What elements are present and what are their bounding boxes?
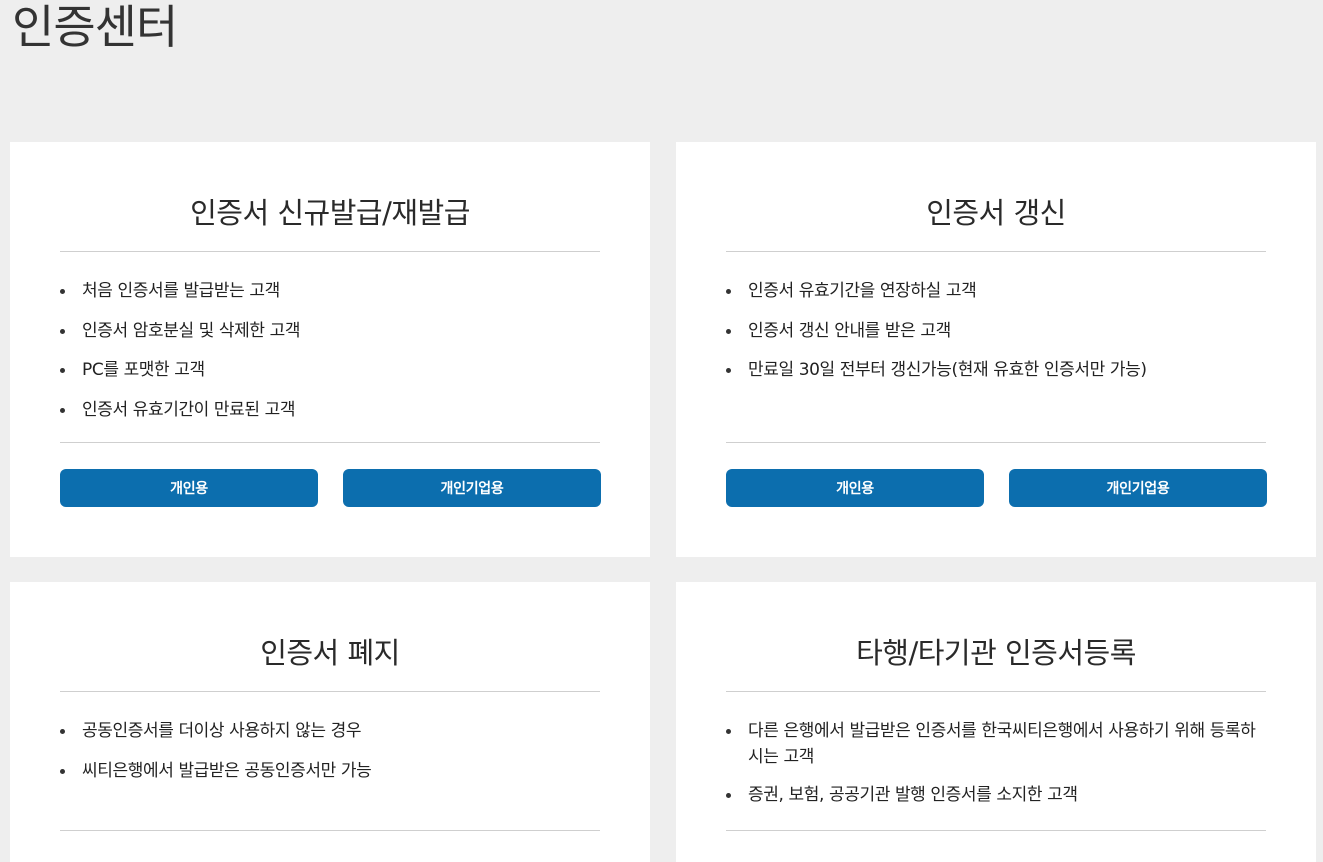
personal-business-button[interactable]: 개인기업용 [1009, 469, 1267, 507]
list-item: 다른 은행에서 발급받은 인증서를 한국씨티은행에서 사용하기 위해 등록하시는… [726, 718, 1266, 770]
card-title: 인증서 갱신 [926, 196, 1066, 230]
list-item: 처음 인증서를 발급받는 고객 [60, 278, 600, 304]
card-items: 인증서 유효기간을 연장하실 고객 인증서 갱신 안내를 받은 고객 만료일 3… [726, 278, 1266, 397]
list-item: 인증서 암호분실 및 삭제한 고객 [60, 318, 600, 344]
card-revoke: 인증서 폐지 공동인증서를 더이상 사용하지 않는 경우 씨티은행에서 발급받은… [10, 582, 650, 862]
list-item: 인증서 갱신 안내를 받은 고객 [726, 318, 1266, 344]
card-title: 인증서 신규발급/재발급 [190, 196, 470, 230]
page-title: 인증센터 [12, 0, 178, 54]
divider [60, 830, 600, 831]
personal-button[interactable]: 개인용 [726, 469, 984, 507]
divider [726, 830, 1266, 831]
personal-button[interactable]: 개인용 [60, 469, 318, 507]
card-title: 타행/타기관 인증서등록 [856, 636, 1136, 670]
list-item: 공동인증서를 더이상 사용하지 않는 경우 [60, 718, 600, 744]
card-title: 인증서 폐지 [260, 636, 400, 670]
divider [60, 251, 600, 252]
divider [726, 691, 1266, 692]
list-item: 만료일 30일 전부터 갱신가능(현재 유효한 인증서만 가능) [726, 357, 1266, 383]
divider [726, 442, 1266, 443]
list-item: 씨티은행에서 발급받은 공동인증서만 가능 [60, 758, 600, 784]
card-items: 공동인증서를 더이상 사용하지 않는 경우 씨티은행에서 발급받은 공동인증서만… [60, 718, 600, 797]
personal-business-button[interactable]: 개인기업용 [343, 469, 601, 507]
card-renewal: 인증서 갱신 인증서 유효기간을 연장하실 고객 인증서 갱신 안내를 받은 고… [676, 142, 1316, 557]
card-other-bank-register: 타행/타기관 인증서등록 다른 은행에서 발급받은 인증서를 한국씨티은행에서 … [676, 582, 1316, 862]
list-item: PC를 포맷한 고객 [60, 357, 600, 383]
card-items: 처음 인증서를 발급받는 고객 인증서 암호분실 및 삭제한 고객 PC를 포맷… [60, 278, 600, 436]
divider [726, 251, 1266, 252]
card-items: 다른 은행에서 발급받은 인증서를 한국씨티은행에서 사용하기 위해 등록하시는… [726, 718, 1266, 820]
divider [60, 442, 600, 443]
list-item: 증권, 보험, 공공기관 발행 인증서를 소지한 고객 [726, 782, 1266, 808]
divider [60, 691, 600, 692]
list-item: 인증서 유효기간이 만료된 고객 [60, 397, 600, 423]
list-item: 인증서 유효기간을 연장하실 고객 [726, 278, 1266, 304]
card-new-issue: 인증서 신규발급/재발급 처음 인증서를 발급받는 고객 인증서 암호분실 및 … [10, 142, 650, 557]
